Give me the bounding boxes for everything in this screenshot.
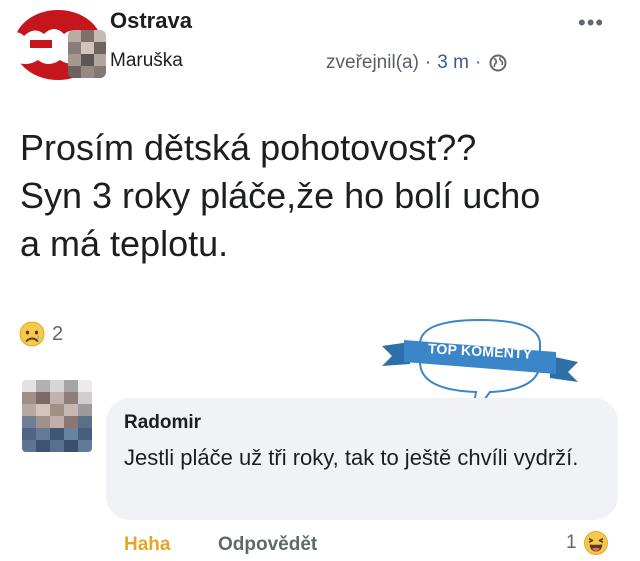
meta-separator: ·	[424, 52, 432, 73]
meta-separator: ·	[474, 52, 482, 73]
post-meta: zveřejnil(a) · 3 m ·	[326, 52, 507, 74]
post-text: Prosím dětská pohotovost?? Syn 3 roky pl…	[20, 124, 630, 268]
globe-icon	[489, 54, 507, 72]
more-options-icon[interactable]: •••	[578, 10, 604, 36]
commenter-avatar[interactable]	[22, 380, 92, 452]
laughing-reaction-icon	[583, 531, 608, 555]
commenter-name[interactable]: Radomir	[124, 412, 201, 434]
group-name[interactable]: Ostrava	[110, 8, 192, 34]
post-line: Prosím dětská pohotovost??	[20, 127, 477, 168]
comment-reactions[interactable]: 1	[566, 530, 609, 556]
reply-link[interactable]: Odpovědět	[218, 534, 317, 556]
sad-reaction-icon	[19, 321, 45, 347]
reaction-count: 2	[52, 322, 64, 345]
comment-text: Jestli pláče už tři roky, tak to ještě c…	[124, 445, 579, 470]
haha-reaction-link[interactable]: Haha	[124, 534, 170, 556]
post-reactions[interactable]: 2	[18, 320, 63, 348]
post-time-link[interactable]: 3 m	[437, 52, 469, 74]
posted-label: zveřejnil(a)	[326, 52, 419, 73]
author-avatar[interactable]	[68, 30, 106, 78]
post-line: a má teplotu.	[20, 223, 229, 264]
comment-reaction-count: 1	[566, 532, 577, 553]
author-name[interactable]: Maruška	[110, 50, 183, 72]
post-line: Syn 3 roky pláče,že ho bolí ucho	[20, 175, 541, 216]
